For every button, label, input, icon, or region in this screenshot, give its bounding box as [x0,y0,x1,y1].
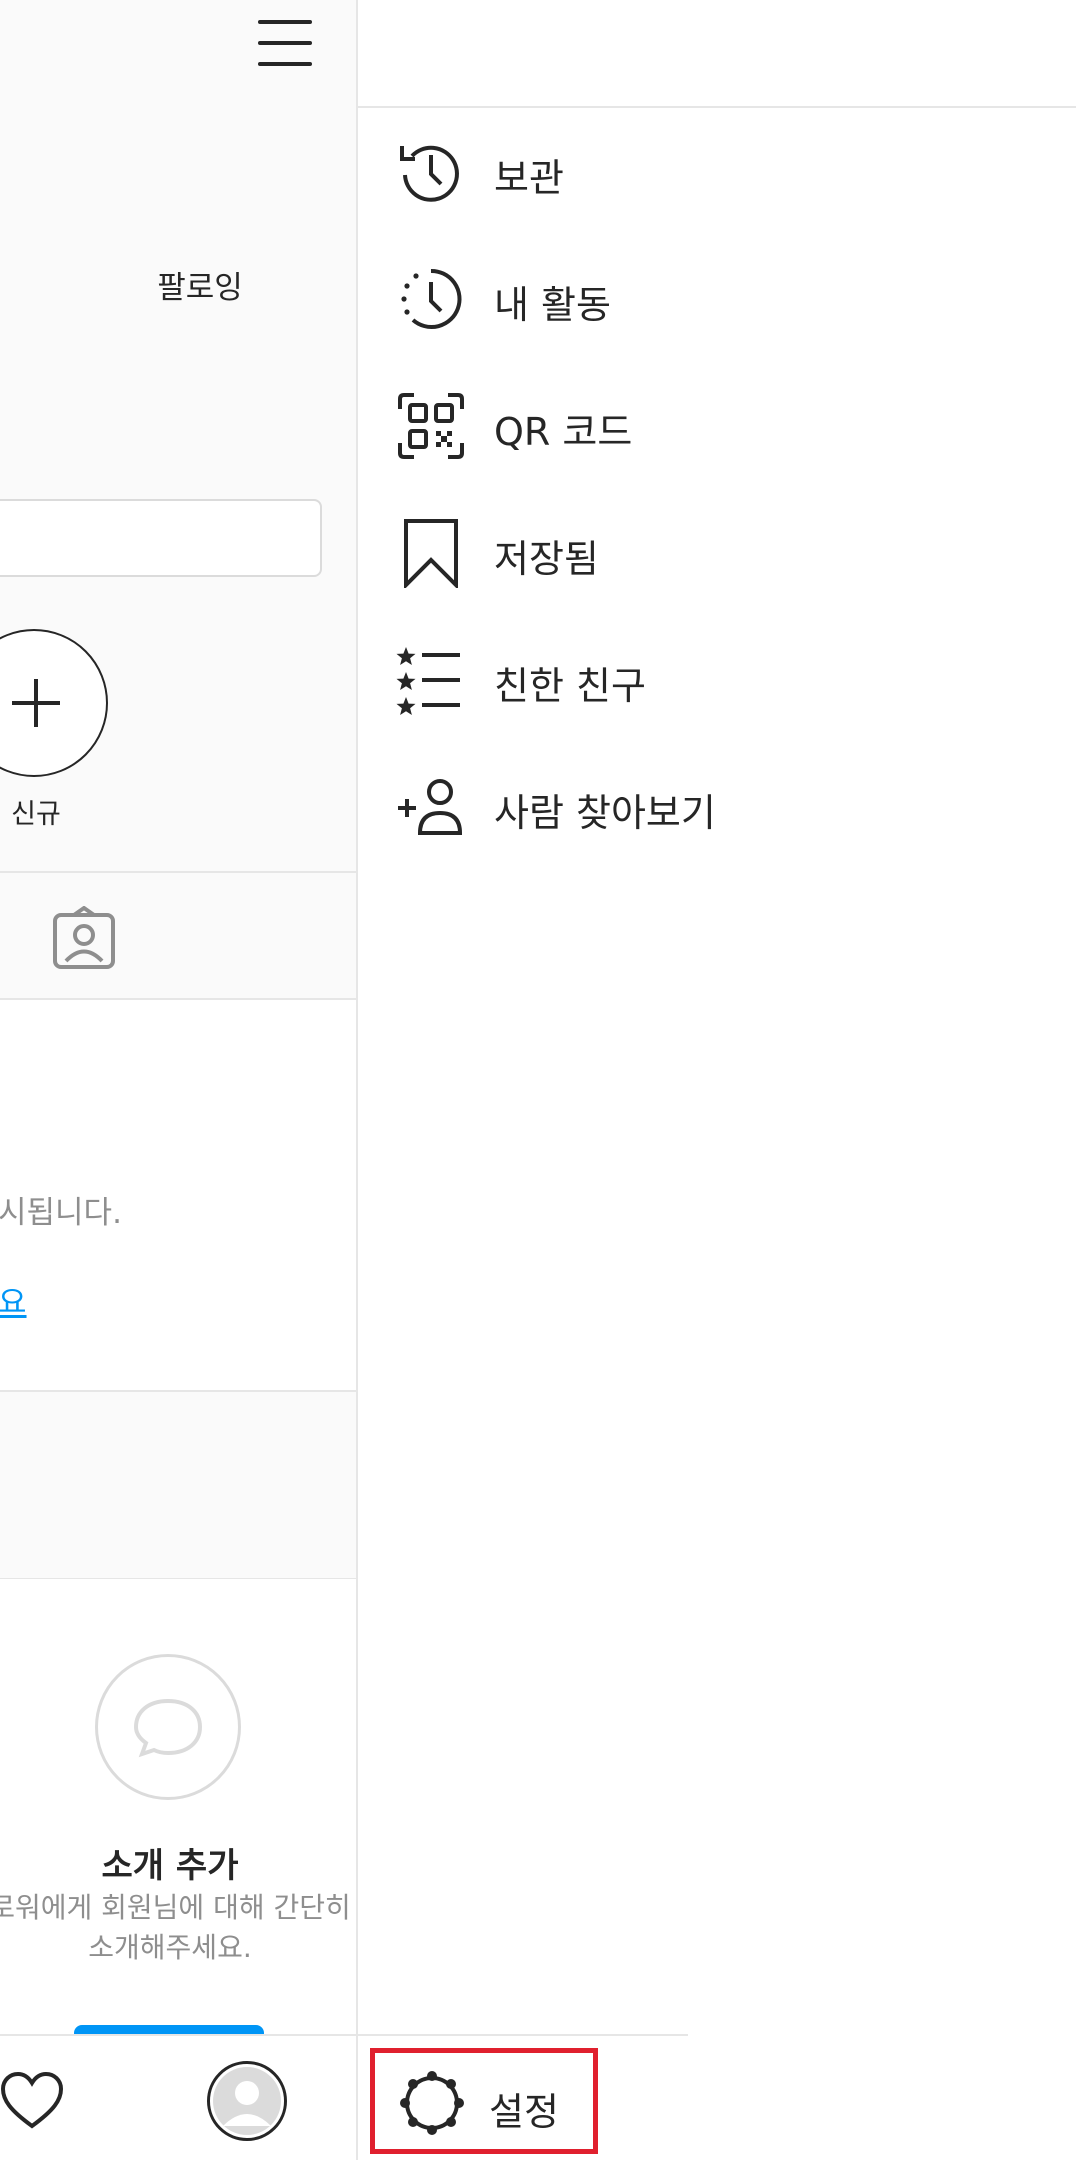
menu-item-saved[interactable]: 저장됨 [358,498,1076,608]
new-highlight-button[interactable] [0,629,108,777]
edit-profile-button[interactable] [0,499,322,577]
menu-item-label: 사람 찾아보기 [494,791,716,835]
menu-item-discover-people[interactable]: 사람 찾아보기 [358,752,1076,862]
empty-state-text: 시됩니다. [0,1195,122,1231]
plus-icon [12,679,60,727]
empty-state-link[interactable]: 요 [0,1277,27,1322]
settings-label: 설정 [489,2090,559,2134]
menu-item-label: 내 활동 [494,283,611,327]
add-bio-description: 로워에게 회원님에 대해 간단히 소개해주세요. [0,1888,356,1968]
new-highlight-label: 신규 [11,799,61,830]
close-friends-icon [396,647,460,715]
qr-code-icon [398,393,464,459]
side-drawer: 보관 내 활동 QR 코드 저장됨 친한 친구 사람 찾아보기 설정 [356,0,1076,2160]
app-root: 팔로잉 신규 시됩니다. 요 소개 추가 로워에게 회원님에 대해 간단히 소개… [0,0,1076,2160]
heart-icon[interactable] [0,2072,64,2130]
divider [0,1390,356,1392]
add-bio-circle [95,1654,241,1800]
add-bio-title: 소개 추가 [101,1846,239,1886]
menu-item-archive[interactable]: 보관 [358,117,1076,227]
menu-item-qr-code[interactable]: QR 코드 [358,371,1076,481]
archive-icon [400,145,459,202]
settings-button[interactable]: 설정 [370,2048,598,2154]
menu-item-close-friends[interactable]: 친한 친구 [358,625,1076,735]
menu-item-activity[interactable]: 내 활동 [358,244,1076,354]
bottom-nav [0,2034,356,2160]
activity-icon [401,268,462,329]
profile-page: 팔로잉 신규 시됩니다. 요 소개 추가 로워에게 회원님에 대해 간단히 소개… [0,0,356,2160]
speech-bubble-icon [133,1698,203,1758]
drawer-footer-divider [358,2034,688,2036]
tagged-photos-icon[interactable] [52,906,116,970]
bookmark-icon [404,519,458,588]
drawer-header [358,0,1076,108]
menu-icon[interactable] [256,18,314,68]
discover-people-icon [398,779,463,835]
add-bio-desc-line2: 소개해주세요. [88,1931,252,1964]
menu-item-label: QR 코드 [494,410,633,454]
menu-item-label: 친한 친구 [494,664,646,708]
menu-item-label: 보관 [494,156,564,200]
avatar[interactable] [207,2061,287,2141]
following-label[interactable]: 팔로잉 [150,262,250,307]
menu-item-label: 저장됨 [494,537,599,581]
add-bio-desc-line1: 로워에게 회원님에 대해 간단히 [0,1891,351,1924]
divider [0,871,356,873]
gear-icon [400,2071,464,2135]
profile-avatar-icon [213,2067,281,2135]
